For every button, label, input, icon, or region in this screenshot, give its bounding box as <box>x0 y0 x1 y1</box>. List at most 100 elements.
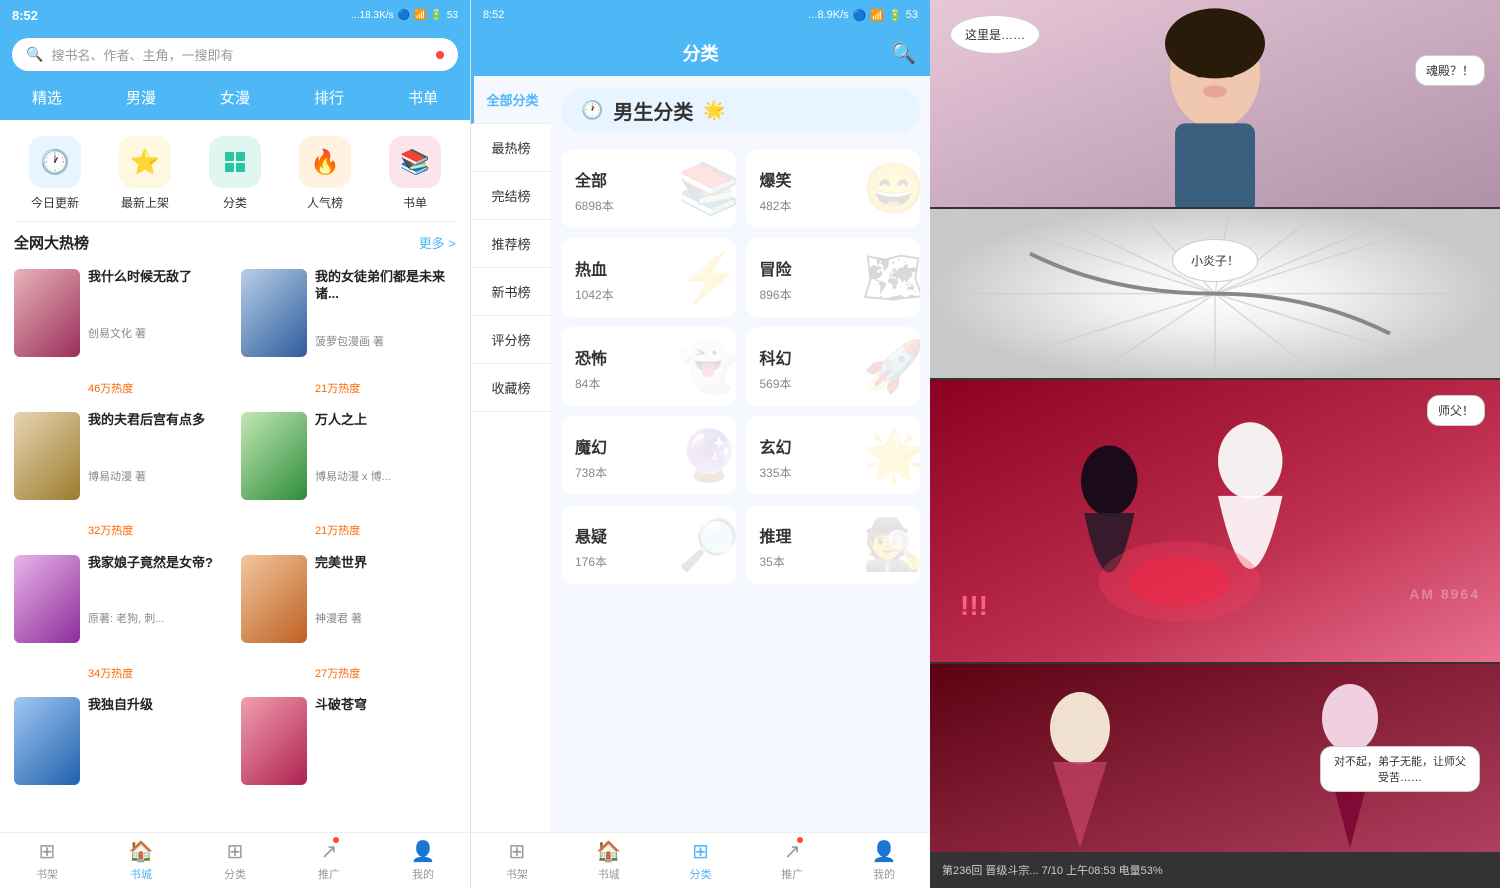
mid-bottom-bookstore[interactable]: 🏠 书城 <box>563 839 655 882</box>
sidebar-item-new[interactable]: 新书榜 <box>471 268 551 316</box>
cat-bg-scifi: 🚀 <box>863 337 920 396</box>
cat-bg-adventure: 🗺 <box>862 248 920 307</box>
watermark: AM 8964 <box>1409 586 1480 602</box>
book-info-8: 斗破苍穹 <box>315 697 456 824</box>
search-bar: 🔍 搜书名、作者、主角，一搜即有 <box>0 30 470 79</box>
bottom-bookshelf[interactable]: ⊞ 书架 <box>0 839 94 882</box>
category-bottom-label: 分类 <box>224 866 246 882</box>
icon-item-category[interactable]: 分类 <box>209 136 261 211</box>
bubble-text-1a: 这里是…… <box>965 28 1025 42</box>
icon-item-new[interactable]: ⭐ 最新上架 <box>119 136 171 211</box>
left-panel: 8:52 ...18.3K/s 🔵 📶 🔋 53 🔍 搜书名、作者、主角，一搜即… <box>0 0 470 888</box>
sidebar-item-hottest[interactable]: 最热榜 <box>471 124 551 172</box>
icon-item-popular[interactable]: 🔥 人气榜 <box>299 136 351 211</box>
time-mid: 8:52 <box>483 9 504 21</box>
cat-card-comedy[interactable]: 爆笑 482本 😄 <box>746 149 921 228</box>
list-item[interactable]: 万人之上 博易动漫 x 博... 21万热度 <box>235 404 462 547</box>
manga-page-1: 这里是…… 魂殿？！ <box>930 0 1500 209</box>
bottom-nav-mid: ⊞ 书架 🏠 书城 ⊞ 分类 ↗ 推广 👤 我的 <box>471 832 930 888</box>
cat-card-adventure[interactable]: 冒险 896本 🗺 <box>746 238 921 317</box>
category-bottom-icon: ⊞ <box>227 839 244 864</box>
manga-figure-2: 小炎子！ <box>930 209 1500 378</box>
promote-icon-wrap: ↗ <box>321 839 338 864</box>
cat-card-mystery[interactable]: 悬疑 176本 🔎 <box>561 505 736 584</box>
search-input-wrap[interactable]: 🔍 搜书名、作者、主角，一搜即有 <box>12 38 458 71</box>
tab-jingxuan[interactable]: 精选 <box>0 83 94 112</box>
icon-item-booklist[interactable]: 📚 书单 <box>389 136 441 211</box>
list-item[interactable]: 我什么时候无敌了 创易文化 著 46万热度 <box>8 261 235 404</box>
cat-card-detective[interactable]: 推理 35本 🕵 <box>746 505 921 584</box>
wifi-icon-left: 📶 <box>414 10 426 21</box>
cat-card-action[interactable]: 热血 1042本 ⚡ <box>561 238 736 317</box>
category-grid: 全部 6898本 📚 爆笑 482本 😄 热血 1042本 ⚡ 冒险 896本 <box>561 149 920 584</box>
list-item[interactable]: 我的夫君后宫有点多 博易动漫 著 32万热度 <box>8 404 235 547</box>
cat-bg-comedy: 😄 <box>863 159 920 218</box>
mid-bottom-promote[interactable]: ↗ 推广 <box>746 839 838 882</box>
mid-search-icon[interactable]: 🔍 <box>891 41 916 66</box>
mid-category-icon: ⊞ <box>692 839 709 864</box>
list-item[interactable]: 我的女徒弟们都是未来诸... 菠萝包漫画 著 21万热度 <box>235 261 462 404</box>
tab-paihang[interactable]: 排行 <box>282 83 376 112</box>
sidebar-item-rated[interactable]: 评分榜 <box>471 316 551 364</box>
time-left: 8:52 <box>12 8 38 23</box>
cat-card-all[interactable]: 全部 6898本 📚 <box>561 149 736 228</box>
bottom-promote-left[interactable]: ↗ 推广 <box>282 839 376 882</box>
tab-nüman[interactable]: 女漫 <box>188 83 282 112</box>
mid-promote-icon: ↗ <box>784 841 801 863</box>
promote-icon: ↗ <box>321 841 338 863</box>
mid-title: 分类 <box>683 40 719 66</box>
book-cover-3 <box>14 412 80 500</box>
mid-content-area: 全部分类 最热榜 完结榜 推荐榜 新书榜 评分榜 收藏榜 🕐 男生分类 🌟 全部… <box>471 76 930 832</box>
bt-icon-left: 🔵 <box>398 10 410 21</box>
list-item[interactable]: 我家娘子竟然是女帝? 原著: 老狗, 刺... 34万热度 <box>8 547 235 690</box>
manga-figure-1: 这里是…… 魂殿？！ <box>930 0 1500 207</box>
cat-header-title: 男生分类 <box>613 96 693 125</box>
bottom-bookstore[interactable]: 🏠 书城 <box>94 839 188 882</box>
book-title-2: 我的女徒弟们都是未来诸... <box>315 269 456 303</box>
book-author-6: 神漫君 著 <box>315 610 456 626</box>
booklist-icon: 📚 <box>389 136 441 188</box>
book-title-8: 斗破苍穹 <box>315 697 456 714</box>
sidebar-item-collected[interactable]: 收藏榜 <box>471 364 551 412</box>
book-hot-4: 21万热度 <box>315 522 456 538</box>
mid-bottom-category[interactable]: ⊞ 分类 <box>655 839 747 882</box>
mid-bottom-bookshelf[interactable]: ⊞ 书架 <box>471 839 563 882</box>
book-cover-2 <box>241 269 307 357</box>
more-link[interactable]: 更多 > <box>419 233 456 252</box>
bottom-category-left[interactable]: ⊞ 分类 <box>188 839 282 882</box>
manga-figure-3: 师父！ AM 8964 !!! <box>930 380 1500 662</box>
promote-label: 推广 <box>318 866 340 882</box>
manga-page-3: 师父！ AM 8964 !!! <box>930 380 1500 664</box>
speech-bubble-1b: 魂殿？！ <box>1415 55 1485 86</box>
list-item[interactable]: 完美世界 神漫君 著 27万热度 <box>235 547 462 690</box>
mid-bottom-mine[interactable]: 👤 我的 <box>838 839 930 882</box>
bubble-text-2: 小炎子！ <box>1191 254 1239 268</box>
cat-card-scifi[interactable]: 科幻 569本 🚀 <box>746 327 921 406</box>
cat-card-magic[interactable]: 魔幻 738本 🔮 <box>561 416 736 495</box>
section-title: 全网大热榜 <box>14 232 89 253</box>
bookstore-icon-wrap: 🏠 <box>129 839 154 864</box>
mid-bookshelf-label: 书架 <box>506 866 528 882</box>
book-title-6: 完美世界 <box>315 555 456 572</box>
mid-mine-icon: 👤 <box>872 839 897 864</box>
sidebar-item-recommended[interactable]: 推荐榜 <box>471 220 551 268</box>
icon-item-today[interactable]: 🕐 今日更新 <box>29 136 81 211</box>
bubble-text-3: 师父！ <box>1438 404 1474 418</box>
book-info-6: 完美世界 神漫君 著 27万热度 <box>315 555 456 682</box>
popular-label: 人气榜 <box>307 194 343 211</box>
cat-card-horror[interactable]: 恐怖 84本 👻 <box>561 327 736 406</box>
list-item[interactable]: 我独自升级 <box>8 689 235 832</box>
speech-bubble-2: 小炎子！ <box>1172 239 1258 282</box>
sidebar-item-completed[interactable]: 完结榜 <box>471 172 551 220</box>
sidebar-item-all-categories[interactable]: 全部分类 <box>471 76 551 124</box>
bottom-nav-left: ⊞ 书架 🏠 书城 ⊞ 分类 ↗ 推广 👤 我的 <box>0 832 470 888</box>
tab-shūdan[interactable]: 书单 <box>376 83 470 112</box>
cat-card-fantasy[interactable]: 玄幻 335本 🌟 <box>746 416 921 495</box>
bottom-mine-left[interactable]: 👤 我的 <box>376 839 470 882</box>
list-item[interactable]: 斗破苍穹 <box>235 689 462 832</box>
status-right-left: ...18.3K/s 🔵 📶 🔋 53 <box>351 10 458 21</box>
tab-nanman[interactable]: 男漫 <box>94 83 188 112</box>
book-title-5: 我家娘子竟然是女帝? <box>88 555 229 572</box>
manga-page-2: 小炎子！ <box>930 209 1500 380</box>
category-header: 🕐 男生分类 🌟 <box>561 88 920 133</box>
